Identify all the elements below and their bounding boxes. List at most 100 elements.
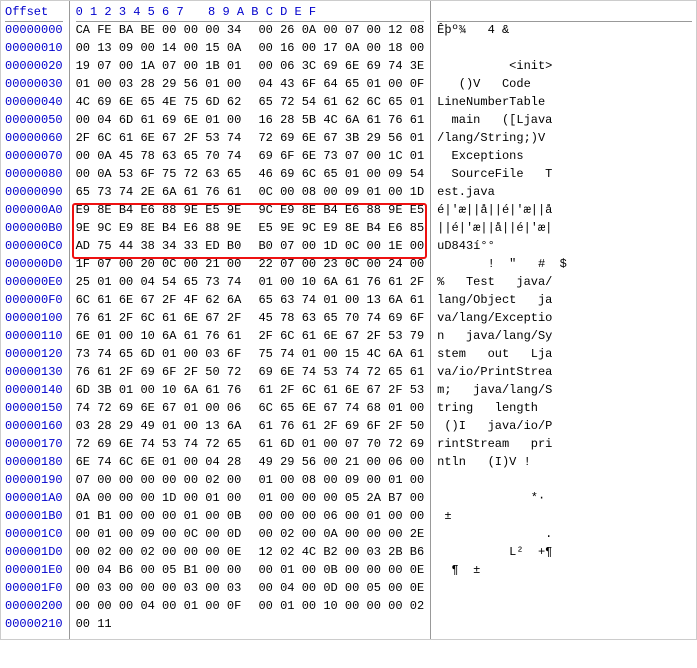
byte-cell[interactable]: 75 — [258, 347, 272, 361]
byte-cell[interactable]: 6E — [184, 311, 198, 325]
byte-cell[interactable]: 01 — [162, 347, 176, 361]
byte-cell[interactable]: 3B — [97, 383, 111, 397]
byte-cell[interactable]: 56 — [388, 131, 402, 145]
byte-cell[interactable]: 07 — [280, 257, 294, 271]
ascii-row[interactable]: ()V Code — [437, 78, 692, 96]
byte-cell[interactable]: 00 — [323, 185, 337, 199]
byte-cell[interactable]: 67 — [323, 131, 337, 145]
byte-cell[interactable]: 6E — [184, 113, 198, 127]
byte-cell[interactable]: 23 — [323, 257, 337, 271]
byte-cell[interactable]: CA — [76, 23, 90, 37]
byte-cell[interactable]: 4C — [367, 347, 381, 361]
byte-cell[interactable]: 74 — [140, 437, 154, 451]
byte-cell[interactable]: 01 — [388, 473, 402, 487]
ascii-row[interactable]: stem out Lja — [437, 348, 692, 366]
bytes-row[interactable]: 00 03 00 00 00 03 00 03 00 04 00 0D 00 0… — [76, 582, 425, 600]
byte-cell[interactable]: 65 — [388, 365, 402, 379]
byte-cell[interactable]: 8E — [140, 221, 154, 235]
byte-cell[interactable]: 63 — [205, 167, 219, 181]
byte-cell[interactable]: 2F — [184, 365, 198, 379]
byte-cell[interactable]: 6F — [280, 149, 294, 163]
byte-cell[interactable]: 00 — [205, 563, 219, 577]
byte-cell[interactable]: 76 — [388, 113, 402, 127]
byte-cell[interactable]: 01 — [184, 401, 198, 415]
byte-cell[interactable]: 61 — [162, 311, 176, 325]
byte-cell[interactable]: 09 — [345, 185, 359, 199]
byte-cell[interactable]: 2B — [388, 545, 402, 559]
byte-cell[interactable]: 4C — [302, 545, 316, 559]
byte-cell[interactable]: 67 — [345, 329, 359, 343]
byte-cell[interactable]: B0 — [258, 239, 272, 253]
byte-cell[interactable]: 00 — [302, 41, 316, 55]
byte-cell[interactable]: 0C — [345, 257, 359, 271]
byte-cell[interactable]: 76 — [367, 275, 381, 289]
byte-cell[interactable]: 0E — [410, 563, 424, 577]
byte-cell[interactable]: 00 — [184, 347, 198, 361]
byte-cell[interactable]: 8E — [302, 203, 316, 217]
ascii-row[interactable] — [437, 600, 692, 618]
ascii-row[interactable]: ­uD843í°° — [437, 240, 692, 258]
byte-cell[interactable]: 07 — [97, 59, 111, 73]
byte-cell[interactable]: 02 — [410, 599, 424, 613]
byte-cell[interactable]: 01 — [367, 77, 381, 91]
byte-cell[interactable]: 07 — [345, 23, 359, 37]
byte-cell[interactable]: 16 — [258, 113, 272, 127]
byte-cell[interactable]: 61 — [410, 293, 424, 307]
byte-cell[interactable]: 00 — [119, 599, 133, 613]
byte-cell[interactable]: 65 — [280, 401, 294, 415]
bytes-row[interactable]: 00 02 00 02 00 00 00 0E 12 02 4C B2 00 0… — [76, 546, 425, 564]
byte-cell[interactable]: 22 — [258, 257, 272, 271]
byte-cell[interactable]: 09 — [140, 527, 154, 541]
byte-cell[interactable]: 00 — [367, 527, 381, 541]
bytes-row[interactable]: AD 75 44 38 34 33 ED B0 B0 07 00 1D 0C 0… — [76, 240, 425, 258]
byte-cell[interactable]: 00 — [76, 581, 90, 595]
byte-cell[interactable]: 69 — [410, 437, 424, 451]
byte-cell[interactable]: 43 — [280, 77, 294, 91]
byte-cell[interactable]: 53 — [410, 383, 424, 397]
byte-cell[interactable]: 61 — [205, 383, 219, 397]
byte-cell[interactable]: 70 — [345, 311, 359, 325]
byte-cell[interactable]: 62 — [205, 293, 219, 307]
byte-cell[interactable]: 00 — [119, 329, 133, 343]
byte-cell[interactable]: 69 — [388, 311, 402, 325]
byte-cell[interactable]: 88 — [367, 203, 381, 217]
byte-cell[interactable]: 0A — [76, 491, 90, 505]
byte-cell[interactable]: 1D — [162, 491, 176, 505]
byte-cell[interactable]: 67 — [162, 401, 176, 415]
byte-cell[interactable]: 69 — [162, 113, 176, 127]
byte-cell[interactable]: 74 — [97, 347, 111, 361]
byte-cell[interactable]: 6D — [205, 95, 219, 109]
byte-cell[interactable]: 6F — [302, 77, 316, 91]
ascii-row[interactable]: tring length — [437, 402, 692, 420]
byte-cell[interactable]: 00 — [76, 563, 90, 577]
byte-cell[interactable]: 6C — [97, 131, 111, 145]
byte-cell[interactable]: 72 — [388, 437, 402, 451]
ascii-row[interactable] — [437, 618, 692, 636]
byte-cell[interactable]: 72 — [205, 437, 219, 451]
byte-cell[interactable]: 04 — [280, 581, 294, 595]
byte-cell[interactable]: 00 — [367, 23, 381, 37]
byte-cell[interactable]: 72 — [97, 401, 111, 415]
byte-cell[interactable]: 00 — [119, 581, 133, 595]
ascii-row[interactable]: ()I java/io/P — [437, 420, 692, 438]
byte-cell[interactable]: 65 — [184, 149, 198, 163]
byte-cell[interactable]: 73 — [97, 185, 111, 199]
byte-cell[interactable]: 01 — [205, 491, 219, 505]
bytes-row[interactable]: 07 00 00 00 00 00 02 00 01 00 08 00 09 0… — [76, 474, 425, 492]
ascii-row[interactable]: lang/Object ja — [437, 294, 692, 312]
byte-cell[interactable]: 72 — [184, 167, 198, 181]
byte-cell[interactable]: 09 — [388, 167, 402, 181]
byte-cell[interactable]: 78 — [140, 149, 154, 163]
byte-cell[interactable]: 6E — [302, 131, 316, 145]
byte-cell[interactable]: 6A — [162, 185, 176, 199]
byte-cell[interactable]: E9 — [76, 203, 90, 217]
byte-cell[interactable]: 2F — [410, 275, 424, 289]
ascii-row[interactable]: % Test java/ — [437, 276, 692, 294]
byte-cell[interactable]: 4C — [323, 113, 337, 127]
offset-cell[interactable]: 00000020 — [5, 60, 63, 78]
byte-cell[interactable]: 0A — [345, 41, 359, 55]
byte-cell[interactable]: 00 — [367, 257, 381, 271]
byte-cell[interactable]: 34 — [227, 23, 241, 37]
byte-cell[interactable]: B2 — [323, 545, 337, 559]
byte-cell[interactable]: 28 — [280, 113, 294, 127]
